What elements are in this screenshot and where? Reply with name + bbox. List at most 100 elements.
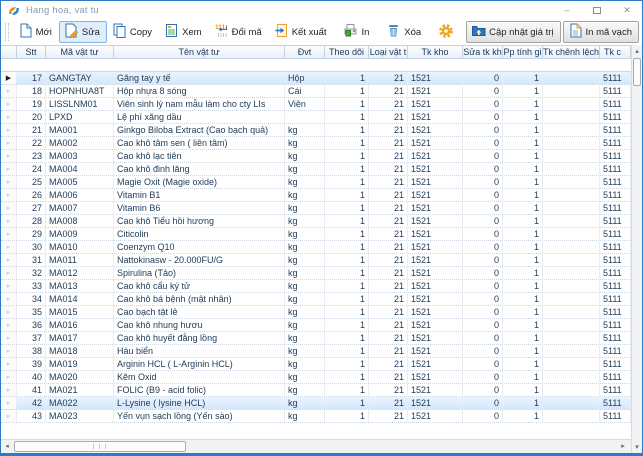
cell-stt[interactable]: 41 [17, 384, 46, 396]
cell-dvt[interactable]: Hộp [285, 72, 325, 84]
cell-pp_tinh_gia[interactable]: 1 [503, 241, 543, 253]
cell-loai_vat_tu[interactable]: 21 [369, 410, 408, 422]
row-indicator[interactable]: ▸ [1, 397, 17, 409]
cell-tk_cut[interactable]: 5111 [600, 254, 631, 266]
cell-ma_vat_tu[interactable]: MA002 [46, 137, 114, 149]
export-button[interactable]: Kết xuất [269, 21, 334, 43]
column-header-tk_chenh_lech[interactable]: Tk chênh lệch [543, 46, 600, 58]
view-button[interactable]: Xem [159, 21, 209, 43]
cell-tk_chenh_lech[interactable] [543, 176, 600, 188]
cell-stt[interactable]: 30 [17, 241, 46, 253]
column-header-sua_tk_kho[interactable]: Sửa tk kh [463, 46, 503, 58]
cell-ten_vat_tu[interactable]: Vitamin B6 [114, 202, 285, 214]
cell-theo_doi[interactable]: 1 [325, 215, 369, 227]
cell-ten_vat_tu[interactable]: Nattokinasw - 20.000FU/G [114, 254, 285, 266]
cell-ten_vat_tu[interactable]: Hộp nhựa 8 sóng [114, 85, 285, 97]
cell-tk_chenh_lech[interactable] [543, 202, 600, 214]
cell-pp_tinh_gia[interactable]: 1 [503, 384, 543, 396]
row-indicator[interactable]: ▸ [1, 319, 17, 331]
cell-tk_kho[interactable]: 1521 [408, 345, 463, 357]
cell-ten_vat_tu[interactable]: Vitamin B1 [114, 189, 285, 201]
cell-stt[interactable]: 40 [17, 371, 46, 383]
cell-ten_vat_tu[interactable]: Spirulina (Tảo) [114, 267, 285, 279]
cell-stt[interactable]: 20 [17, 111, 46, 123]
cell-ten_vat_tu[interactable]: Cao khô bá bệnh (mật nhân) [114, 293, 285, 305]
cell-tk_chenh_lech[interactable] [543, 163, 600, 175]
cell-stt[interactable]: 23 [17, 150, 46, 162]
change-code-button[interactable]: 111 Đổi mã [209, 21, 269, 43]
cell-tk_chenh_lech[interactable] [543, 124, 600, 136]
cell-stt[interactable]: 31 [17, 254, 46, 266]
cell-theo_doi[interactable]: 1 [325, 371, 369, 383]
table-row[interactable]: ▸26MA006Vitamin B1kg1211521015111 [1, 189, 631, 202]
cell-pp_tinh_gia[interactable]: 1 [503, 371, 543, 383]
cell-tk_kho[interactable]: 1521 [408, 410, 463, 422]
cell-tk_cut[interactable]: 5111 [600, 332, 631, 344]
cell-tk_chenh_lech[interactable] [543, 358, 600, 370]
cell-tk_kho[interactable]: 1521 [408, 98, 463, 110]
cell-tk_kho[interactable]: 1521 [408, 293, 463, 305]
row-indicator[interactable]: ▸ [1, 163, 17, 175]
cell-ten_vat_tu[interactable]: Cao khô nhung hươu [114, 319, 285, 331]
cell-dvt[interactable]: kg [285, 306, 325, 318]
cell-loai_vat_tu[interactable]: 21 [369, 241, 408, 253]
cell-theo_doi[interactable]: 1 [325, 124, 369, 136]
cell-ma_vat_tu[interactable]: MA018 [46, 345, 114, 357]
cell-tk_chenh_lech[interactable] [543, 72, 600, 84]
cell-ten_vat_tu[interactable]: Hàu biển [114, 345, 285, 357]
cell-ma_vat_tu[interactable]: MA005 [46, 176, 114, 188]
minimize-button[interactable]: – [552, 1, 582, 19]
cell-tk_cut[interactable]: 5111 [600, 137, 631, 149]
cell-pp_tinh_gia[interactable]: 1 [503, 163, 543, 175]
cell-dvt[interactable]: kg [285, 397, 325, 409]
cell-sua_tk_kho[interactable]: 0 [463, 189, 503, 201]
scroll-left-icon[interactable]: ◂ [1, 440, 13, 453]
cell-theo_doi[interactable]: 1 [325, 176, 369, 188]
cell-tk_kho[interactable]: 1521 [408, 267, 463, 279]
cell-pp_tinh_gia[interactable]: 1 [503, 150, 543, 162]
cell-sua_tk_kho[interactable]: 0 [463, 267, 503, 279]
cell-loai_vat_tu[interactable]: 21 [369, 306, 408, 318]
cell-pp_tinh_gia[interactable]: 1 [503, 280, 543, 292]
cell-tk_cut[interactable]: 5111 [600, 72, 631, 84]
cell-loai_vat_tu[interactable]: 21 [369, 280, 408, 292]
cell-sua_tk_kho[interactable]: 0 [463, 345, 503, 357]
cell-theo_doi[interactable]: 1 [325, 85, 369, 97]
cell-tk_kho[interactable]: 1521 [408, 176, 463, 188]
row-indicator[interactable]: ▸ [1, 215, 17, 227]
cell-sua_tk_kho[interactable]: 0 [463, 254, 503, 266]
cell-tk_kho[interactable]: 1521 [408, 215, 463, 227]
cell-tk_cut[interactable]: 5111 [600, 189, 631, 201]
print-button[interactable]: In [338, 21, 376, 43]
cell-pp_tinh_gia[interactable]: 1 [503, 85, 543, 97]
cell-pp_tinh_gia[interactable]: 1 [503, 111, 543, 123]
cell-ten_vat_tu[interactable]: Magie Oxit (Magie oxide) [114, 176, 285, 188]
cell-ma_vat_tu[interactable]: MA023 [46, 410, 114, 422]
cell-dvt[interactable]: kg [285, 319, 325, 331]
cell-dvt[interactable]: kg [285, 293, 325, 305]
cell-loai_vat_tu[interactable]: 21 [369, 137, 408, 149]
cell-ma_vat_tu[interactable]: MA022 [46, 397, 114, 409]
cell-loai_vat_tu[interactable]: 21 [369, 293, 408, 305]
horizontal-scrollbar[interactable]: ◂ ❘❘❘ ▸ [1, 439, 631, 453]
cell-ten_vat_tu[interactable]: Ginkgo Biloba Extract (Cao bạch quả) [114, 124, 285, 136]
cell-stt[interactable]: 28 [17, 215, 46, 227]
cell-dvt[interactable]: kg [285, 254, 325, 266]
cell-tk_cut[interactable]: 5111 [600, 306, 631, 318]
row-indicator[interactable]: ▸ [1, 241, 17, 253]
table-row[interactable]: ▸34MA014Cao khô bá bệnh (mật nhân)kg1211… [1, 293, 631, 306]
table-row[interactable]: ▸29MA009Citicolinkg1211521015111 [1, 228, 631, 241]
cell-pp_tinh_gia[interactable]: 1 [503, 189, 543, 201]
cell-tk_kho[interactable]: 1521 [408, 332, 463, 344]
cell-sua_tk_kho[interactable]: 0 [463, 202, 503, 214]
cell-stt[interactable]: 36 [17, 319, 46, 331]
cell-tk_chenh_lech[interactable] [543, 85, 600, 97]
cell-ma_vat_tu[interactable]: LISSLNM01 [46, 98, 114, 110]
cell-dvt[interactable]: Viên [285, 98, 325, 110]
cell-tk_cut[interactable]: 5111 [600, 150, 631, 162]
cell-dvt[interactable]: kg [285, 371, 325, 383]
cell-tk_cut[interactable]: 5111 [600, 202, 631, 214]
cell-pp_tinh_gia[interactable]: 1 [503, 306, 543, 318]
scroll-up-icon[interactable]: ▴ [632, 45, 642, 57]
cell-theo_doi[interactable]: 1 [325, 345, 369, 357]
